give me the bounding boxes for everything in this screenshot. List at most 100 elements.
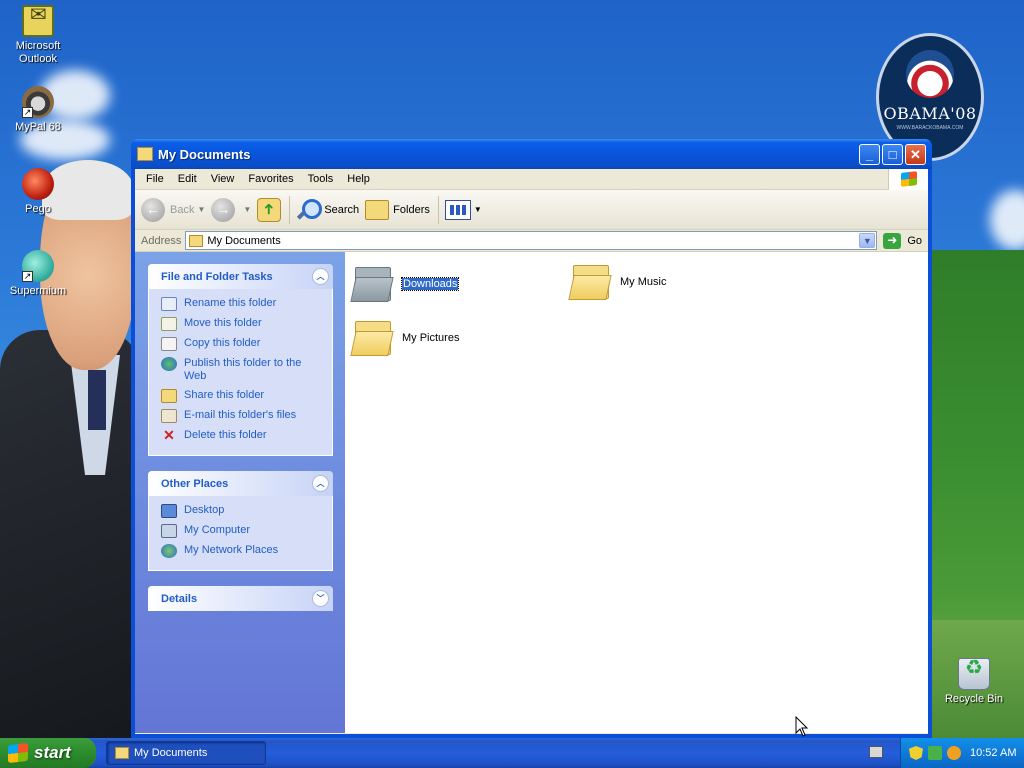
windows-logo xyxy=(888,169,928,190)
keyboard-icon[interactable] xyxy=(869,746,883,758)
clock[interactable]: 10:52 AM xyxy=(970,747,1016,759)
desktop-icon-mypal[interactable]: ↗ MyPal 68 xyxy=(0,86,76,134)
pego-icon xyxy=(22,168,54,200)
cloud xyxy=(990,190,1024,250)
panel-header[interactable]: Details ﹀ xyxy=(148,586,333,611)
task-email-files[interactable]: E-mail this folder's files xyxy=(161,409,322,423)
desktop-icon-outlook[interactable]: Microsoft Outlook xyxy=(0,5,76,66)
folder-name: Downloads xyxy=(400,277,460,291)
folder-icon xyxy=(137,147,153,161)
toolbar: ← Back ▼ → ▼ Search Folders xyxy=(135,190,928,230)
search-button[interactable]: Search xyxy=(296,198,359,222)
globe-icon xyxy=(161,357,177,371)
window-client: File Edit View Favorites Tools Help ← Ba… xyxy=(135,169,928,734)
desktop-icon-supermium[interactable]: ↗ Supermium xyxy=(0,250,76,298)
maximize-button[interactable]: □ xyxy=(882,143,903,165)
place-desktop[interactable]: Desktop xyxy=(161,504,322,518)
views-button[interactable]: ▼ xyxy=(444,199,482,220)
folder-icon xyxy=(350,264,395,304)
menu-favorites[interactable]: Favorites xyxy=(241,173,300,185)
desktop-icon xyxy=(161,504,177,518)
up-button[interactable] xyxy=(257,197,282,222)
folder-name: My Pictures xyxy=(402,332,460,344)
panel-header[interactable]: Other Places ︿ xyxy=(148,471,333,496)
panel-title: Other Places xyxy=(161,477,229,490)
place-network[interactable]: My Network Places xyxy=(161,544,322,558)
search-tray-icon[interactable] xyxy=(947,746,961,760)
go-button[interactable]: ➜ Go xyxy=(883,232,922,249)
folder-icon xyxy=(115,747,129,759)
taskbar: start My Documents 10:52 AM xyxy=(0,738,1024,768)
folder-item-downloads[interactable]: Downloads xyxy=(350,264,460,304)
supermium-icon: ↗ xyxy=(22,250,54,282)
folders-icon xyxy=(365,199,390,220)
security-shield-icon[interactable] xyxy=(909,746,923,760)
start-label: start xyxy=(34,743,71,762)
menu-help[interactable]: Help xyxy=(340,173,377,185)
desktop-icon-label: Microsoft Outlook xyxy=(15,40,61,65)
move-icon xyxy=(161,317,177,331)
windows-flag-icon xyxy=(901,171,917,187)
collapse-chevron-icon[interactable]: ︿ xyxy=(312,475,329,492)
menu-tools[interactable]: Tools xyxy=(301,173,341,185)
network-icon xyxy=(161,544,177,558)
rename-icon xyxy=(161,297,177,311)
desktop-icon-label: MyPal 68 xyxy=(15,121,61,133)
window-titlebar[interactable]: My Documents _ □ ✕ xyxy=(131,139,932,169)
email-icon xyxy=(161,409,177,423)
task-share-folder[interactable]: Share this folder xyxy=(161,389,322,403)
task-copy-folder[interactable]: Copy this folder xyxy=(161,337,322,351)
menu-file[interactable]: File xyxy=(139,173,171,185)
views-icon xyxy=(444,199,471,220)
menu-view[interactable]: View xyxy=(204,173,242,185)
task-label: Publish this folder to the Web xyxy=(184,357,302,382)
task-rename-folder[interactable]: Rename this folder xyxy=(161,297,322,311)
panel-header[interactable]: File and Folder Tasks ︿ xyxy=(148,264,333,289)
search-label: Search xyxy=(324,203,360,216)
address-dropdown-icon[interactable]: ▼ xyxy=(859,233,876,248)
task-move-folder[interactable]: Move this folder xyxy=(161,317,322,331)
forward-dropdown-icon[interactable]: ▼ xyxy=(243,205,251,214)
desktop-icon-recycle-bin[interactable]: Recycle Bin xyxy=(936,658,1012,706)
taskbar-button-label: My Documents xyxy=(134,747,208,759)
folder-item-my-pictures[interactable]: My Pictures xyxy=(350,318,460,358)
menu-edit[interactable]: Edit xyxy=(171,173,204,185)
minimize-button[interactable]: _ xyxy=(859,143,880,165)
address-field[interactable]: My Documents ▼ xyxy=(185,231,878,250)
expand-chevron-icon[interactable]: ﹀ xyxy=(312,590,329,607)
task-label: Rename this folder xyxy=(184,297,277,309)
close-button[interactable]: ✕ xyxy=(905,143,926,165)
folder-item-my-music[interactable]: My Music xyxy=(568,262,666,302)
window-title: My Documents xyxy=(158,146,251,162)
forward-button[interactable]: → ▼ xyxy=(211,197,251,222)
go-label: Go xyxy=(907,234,922,247)
folders-button[interactable]: Folders xyxy=(365,199,430,220)
desktop-icon-label: Supermium xyxy=(9,285,67,297)
collapse-chevron-icon[interactable]: ︿ xyxy=(312,268,329,285)
copy-icon xyxy=(161,337,177,351)
campaign-badge-subtitle: WWW.BARACKOBAMA.COM xyxy=(896,125,964,131)
desktop-icon-label: Pego xyxy=(25,203,51,215)
details-panel: Details ﹀ xyxy=(148,586,333,611)
start-button[interactable]: start xyxy=(0,738,96,768)
task-delete-folder[interactable]: ✕ Delete this folder xyxy=(161,428,322,443)
back-dropdown-icon[interactable]: ▼ xyxy=(197,205,205,214)
address-label: Address xyxy=(141,234,182,247)
place-label: Desktop xyxy=(184,504,225,516)
recycle-bin-icon xyxy=(958,658,990,690)
task-label: Copy this folder xyxy=(184,337,261,349)
desktop-icon-pego[interactable]: Pego xyxy=(0,168,76,216)
panel-title: File and Folder Tasks xyxy=(161,270,273,283)
go-arrow-icon: ➜ xyxy=(883,232,902,249)
back-button[interactable]: ← Back ▼ xyxy=(141,197,205,222)
back-arrow-icon: ← xyxy=(141,197,165,222)
mypal-icon: ↗ xyxy=(22,86,54,118)
taskbar-button-my-documents[interactable]: My Documents xyxy=(106,741,266,765)
network-tray-icon[interactable] xyxy=(928,746,942,760)
campaign-badge-title: OBAMA'08 xyxy=(883,104,977,123)
task-publish-folder[interactable]: Publish this folder to the Web xyxy=(161,357,322,383)
place-my-computer[interactable]: My Computer xyxy=(161,524,322,538)
share-icon xyxy=(161,389,177,403)
toolbar-separator xyxy=(289,195,291,224)
system-tray: 10:52 AM xyxy=(900,738,1024,768)
